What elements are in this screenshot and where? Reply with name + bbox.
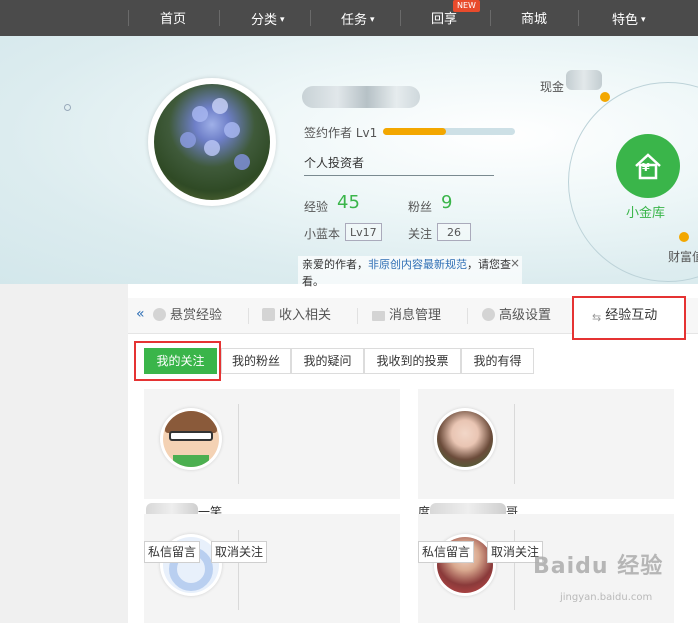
cartoon-glasses <box>169 431 213 441</box>
nav-item-category[interactable]: 分类 ▾ <box>251 0 285 36</box>
profile-avatar[interactable] <box>148 78 276 206</box>
baidu-watermark: Baidu 经验 <box>533 554 664 579</box>
portrait-photo <box>437 411 493 467</box>
flower-petal <box>234 154 250 170</box>
level-progress-bar <box>383 128 515 135</box>
yen-icon <box>262 308 275 321</box>
left-gutter <box>0 284 128 623</box>
cartoon-hair <box>165 411 217 433</box>
nav-item-share-label: 回享 <box>431 12 458 27</box>
flower-petal <box>204 140 220 156</box>
tab-interaction-label: 经验互动 <box>605 308 658 323</box>
tab-income-label: 收入相关 <box>279 308 332 323</box>
decorative-dot <box>64 104 71 111</box>
flower-petal <box>212 98 228 114</box>
nav-divider <box>310 10 311 26</box>
subtab-my-gains[interactable]: 我的有得 <box>461 348 534 374</box>
top-nav: 首页 分类 ▾ 任务 ▾ 回享 NEW 商城 特色 ▾ <box>0 0 698 36</box>
cash-label: 现金 <box>540 80 565 94</box>
flower-photo <box>154 84 270 200</box>
subtab-votes-received[interactable]: 我收到的投票 <box>364 348 461 374</box>
nav-divider <box>219 10 220 26</box>
vault-label[interactable]: 小金库 <box>626 202 665 221</box>
card-divider <box>238 404 239 484</box>
nav-divider <box>400 10 401 26</box>
tab-reward-exp[interactable]: 悬赏经验 <box>153 298 222 334</box>
follow-count[interactable]: 26 <box>437 223 471 241</box>
cash-value-blurred <box>566 70 602 90</box>
follow-label: 关注 <box>408 227 433 241</box>
blue-book-level[interactable]: Lv17 <box>345 223 382 241</box>
chevron-down-icon: ▾ <box>280 15 285 25</box>
user-avatar[interactable] <box>434 408 496 470</box>
tab-divider <box>467 308 468 324</box>
cartoon-avatar <box>163 411 219 467</box>
coin-icon <box>153 308 166 321</box>
tab-interaction[interactable]: ⇆ 经验互动 <box>592 300 657 336</box>
notice-text: 亲爱的作者， <box>302 258 368 271</box>
subtab-my-questions[interactable]: 我的疑问 <box>291 348 364 374</box>
ring-marker-dot <box>679 232 689 242</box>
nav-item-category-label: 分类 <box>251 13 278 28</box>
cartoon-shirt <box>173 455 209 467</box>
ring-marker-dot <box>600 92 610 102</box>
tab-reward-exp-label: 悬赏经验 <box>170 308 223 323</box>
level-progress-fill <box>383 128 447 135</box>
new-badge: NEW <box>453 0 480 12</box>
nav-divider <box>490 10 491 26</box>
author-notice: 亲爱的作者，非原创内容最新规范，请您查看。 <box>298 256 522 290</box>
fans-value[interactable]: 9 <box>441 192 452 213</box>
exp-value[interactable]: 45 <box>337 192 360 213</box>
private-message-button[interactable]: 私信留言 <box>144 541 201 563</box>
nav-item-features-label: 特色 <box>612 13 639 28</box>
nav-item-mall[interactable]: 商城 <box>521 0 547 36</box>
subtab-my-fans[interactable]: 我的粉丝 <box>221 348 291 374</box>
user-avatar[interactable] <box>160 408 222 470</box>
tab-messages[interactable]: 消息管理 <box>372 298 441 334</box>
username-blurred <box>302 86 420 108</box>
chevron-down-icon: ▾ <box>641 15 646 25</box>
card-divider <box>514 404 515 484</box>
exp-label: 经验 <box>304 200 329 214</box>
vault-button[interactable]: ¥ <box>616 134 680 198</box>
close-icon[interactable]: × <box>510 256 520 270</box>
flower-petal <box>192 106 208 122</box>
blue-book-label: 小蓝本 <box>304 227 341 241</box>
tab-advanced-label: 高级设置 <box>499 308 552 323</box>
tab-divider <box>248 308 249 324</box>
fans-label: 粉丝 <box>408 200 433 214</box>
wealth-label: 财富值 <box>668 250 698 264</box>
nav-divider <box>578 10 579 26</box>
author-level-label: 签约作者 Lv1 <box>304 126 378 140</box>
subtab-highlight <box>134 341 221 381</box>
page-root: 首页 分类 ▾ 任务 ▾ 回享 NEW 商城 特色 ▾ 签约作者 Lv1 个人投资者 … <box>0 0 698 623</box>
profile-bio: 个人投资者 <box>304 154 494 176</box>
collapse-sidebar-icon[interactable]: « <box>136 306 145 322</box>
tab-advanced[interactable]: 高级设置 <box>482 298 551 334</box>
nav-item-home-label: 首页 <box>160 12 187 27</box>
unfollow-button[interactable]: 取消关注 <box>211 541 268 563</box>
notice-link[interactable]: 非原创内容最新规范 <box>368 258 467 271</box>
watermark-url: jingyan.baidu.com <box>560 592 653 603</box>
tab-messages-label: 消息管理 <box>389 308 442 323</box>
nav-item-home[interactable]: 首页 <box>160 0 186 36</box>
tab-divider <box>357 308 358 324</box>
swap-icon: ⇆ <box>592 311 602 324</box>
nav-item-tasks-label: 任务 <box>341 13 368 28</box>
nav-divider <box>128 10 129 26</box>
yen-glyph: ¥ <box>642 161 650 174</box>
nav-item-mall-label: 商城 <box>521 12 548 27</box>
tab-income[interactable]: 收入相关 <box>262 298 331 334</box>
nav-item-features[interactable]: 特色 ▾ <box>612 0 646 36</box>
mail-icon <box>372 311 385 321</box>
private-message-button[interactable]: 私信留言 <box>418 541 475 563</box>
chevron-down-icon: ▾ <box>370 15 375 25</box>
gear-icon <box>482 308 495 321</box>
flower-petal <box>180 132 196 148</box>
nav-item-tasks[interactable]: 任务 ▾ <box>341 0 375 36</box>
flower-petal <box>224 122 240 138</box>
